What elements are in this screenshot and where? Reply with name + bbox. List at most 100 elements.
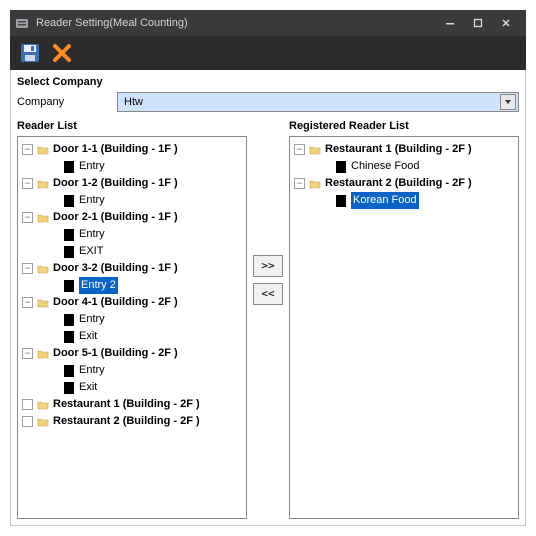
toolbar bbox=[10, 36, 526, 70]
node-label: Entry bbox=[79, 158, 105, 175]
app-icon bbox=[14, 15, 30, 31]
registered-list-heading: Registered Reader List bbox=[289, 120, 519, 132]
maximize-button[interactable] bbox=[464, 13, 492, 33]
tree-node[interactable]: − Door 1-1 (Building - 1F ) bbox=[20, 141, 244, 158]
tree-node[interactable]: − Door 2-1 (Building - 1F ) bbox=[20, 209, 244, 226]
collapse-toggle[interactable]: − bbox=[294, 178, 305, 189]
save-button[interactable] bbox=[18, 41, 42, 65]
collapse-toggle[interactable] bbox=[22, 416, 33, 427]
tree-node[interactable]: − Restaurant 1 (Building - 2F ) bbox=[292, 141, 516, 158]
node-label: Restaurant 1 (Building - 2F ) bbox=[53, 396, 200, 413]
minimize-button[interactable] bbox=[436, 13, 464, 33]
tree-node[interactable]: EXIT bbox=[20, 243, 244, 260]
reader-icon bbox=[64, 314, 74, 326]
company-row: Company Htw bbox=[17, 92, 519, 112]
folder-icon bbox=[309, 178, 321, 190]
registered-list-tree[interactable]: − Restaurant 1 (Building - 2F )Chinese Fo… bbox=[289, 136, 519, 519]
node-label: Door 5-1 (Building - 2F ) bbox=[53, 345, 178, 362]
tree-node[interactable]: Entry bbox=[20, 192, 244, 209]
company-select[interactable]: Htw bbox=[117, 92, 519, 112]
tree-node[interactable]: Entry bbox=[20, 158, 244, 175]
reader-icon bbox=[64, 331, 74, 343]
move-left-button[interactable]: << bbox=[253, 283, 283, 305]
window-title: Reader Setting(Meal Counting) bbox=[36, 17, 188, 29]
reader-icon bbox=[64, 229, 74, 241]
company-value: Htw bbox=[124, 96, 143, 108]
tree-node[interactable]: Restaurant 1 (Building - 2F ) bbox=[20, 396, 244, 413]
reader-list-heading: Reader List bbox=[17, 120, 247, 132]
tree-node[interactable]: Korean Food bbox=[292, 192, 516, 209]
node-label: Restaurant 2 (Building - 2F ) bbox=[325, 175, 472, 192]
node-label: Entry bbox=[79, 362, 105, 379]
folder-icon bbox=[37, 263, 49, 275]
node-label: Restaurant 1 (Building - 2F ) bbox=[325, 141, 472, 158]
node-label: Door 3-2 (Building - 1F ) bbox=[53, 260, 178, 277]
reader-icon bbox=[64, 195, 74, 207]
folder-icon bbox=[37, 348, 49, 360]
titlebar[interactable]: Reader Setting(Meal Counting) bbox=[10, 10, 526, 36]
reader-icon bbox=[64, 161, 74, 173]
reader-list-column: Reader List −Door 1-1 (Building - 1F )En… bbox=[17, 120, 247, 519]
reader-icon bbox=[64, 280, 74, 292]
tree-node[interactable]: − Door 5-1 (Building - 2F ) bbox=[20, 345, 244, 362]
reader-icon bbox=[336, 161, 346, 173]
chevron-down-icon[interactable] bbox=[500, 94, 516, 110]
folder-icon bbox=[37, 144, 49, 156]
node-label: Exit bbox=[79, 328, 97, 345]
lists-area: Reader List −Door 1-1 (Building - 1F )En… bbox=[17, 120, 519, 519]
move-right-button[interactable]: >> bbox=[253, 255, 283, 277]
collapse-toggle[interactable]: − bbox=[22, 144, 33, 155]
reader-icon bbox=[64, 246, 74, 258]
folder-icon bbox=[309, 144, 321, 156]
tree-node[interactable]: − Door 3-2 (Building - 1F ) bbox=[20, 260, 244, 277]
transfer-buttons: >> << bbox=[253, 120, 283, 519]
folder-icon bbox=[37, 212, 49, 224]
tree-node[interactable]: Restaurant 2 (Building - 2F ) bbox=[20, 413, 244, 430]
node-label: Restaurant 2 (Building - 2F ) bbox=[53, 413, 200, 430]
collapse-toggle[interactable]: − bbox=[22, 212, 33, 223]
reader-icon bbox=[64, 365, 74, 377]
node-label: Door 4-1 (Building - 2F ) bbox=[53, 294, 178, 311]
cancel-button[interactable] bbox=[50, 41, 74, 65]
folder-icon bbox=[37, 399, 49, 411]
node-label: Entry 2 bbox=[79, 277, 118, 294]
collapse-toggle[interactable] bbox=[22, 399, 33, 410]
tree-node[interactable]: − Door 4-1 (Building - 2F ) bbox=[20, 294, 244, 311]
node-label: Entry bbox=[79, 192, 105, 209]
tree-node[interactable]: Entry bbox=[20, 362, 244, 379]
node-label: Korean Food bbox=[351, 192, 419, 209]
tree-node[interactable]: Chinese Food bbox=[292, 158, 516, 175]
tree-node[interactable]: Exit bbox=[20, 379, 244, 396]
tree-node[interactable]: Entry bbox=[20, 311, 244, 328]
node-label: Chinese Food bbox=[351, 158, 420, 175]
tree-node[interactable]: − Restaurant 2 (Building - 2F ) bbox=[292, 175, 516, 192]
window: Reader Setting(Meal Counting) Se bbox=[10, 10, 526, 526]
tree-node[interactable]: Entry bbox=[20, 226, 244, 243]
node-label: Door 1-2 (Building - 1F ) bbox=[53, 175, 178, 192]
content-area: Select Company Company Htw Reader List −… bbox=[10, 70, 526, 526]
reader-icon bbox=[336, 195, 346, 207]
collapse-toggle[interactable]: − bbox=[22, 178, 33, 189]
collapse-toggle[interactable]: − bbox=[294, 144, 305, 155]
node-label: Exit bbox=[79, 379, 97, 396]
tree-node[interactable]: − Door 1-2 (Building - 1F ) bbox=[20, 175, 244, 192]
collapse-toggle[interactable]: − bbox=[22, 297, 33, 308]
node-label: Entry bbox=[79, 226, 105, 243]
folder-icon bbox=[37, 416, 49, 428]
node-label: Door 2-1 (Building - 1F ) bbox=[53, 209, 178, 226]
reader-icon bbox=[64, 382, 74, 394]
folder-icon bbox=[37, 297, 49, 309]
collapse-toggle[interactable]: − bbox=[22, 348, 33, 359]
reader-list-tree[interactable]: −Door 1-1 (Building - 1F )Entry−Door 1-2… bbox=[17, 136, 247, 519]
node-label: EXIT bbox=[79, 243, 103, 260]
collapse-toggle[interactable]: − bbox=[22, 263, 33, 274]
registered-list-column: Registered Reader List − Restaurant 1 (Bu… bbox=[289, 120, 519, 519]
tree-node[interactable]: Entry 2 bbox=[20, 277, 244, 294]
node-label: Entry bbox=[79, 311, 105, 328]
close-button[interactable] bbox=[492, 13, 520, 33]
tree-node[interactable]: Exit bbox=[20, 328, 244, 345]
select-company-heading: Select Company bbox=[17, 76, 519, 88]
node-label: Door 1-1 (Building - 1F ) bbox=[53, 141, 178, 158]
folder-icon bbox=[37, 178, 49, 190]
company-label: Company bbox=[17, 96, 117, 108]
